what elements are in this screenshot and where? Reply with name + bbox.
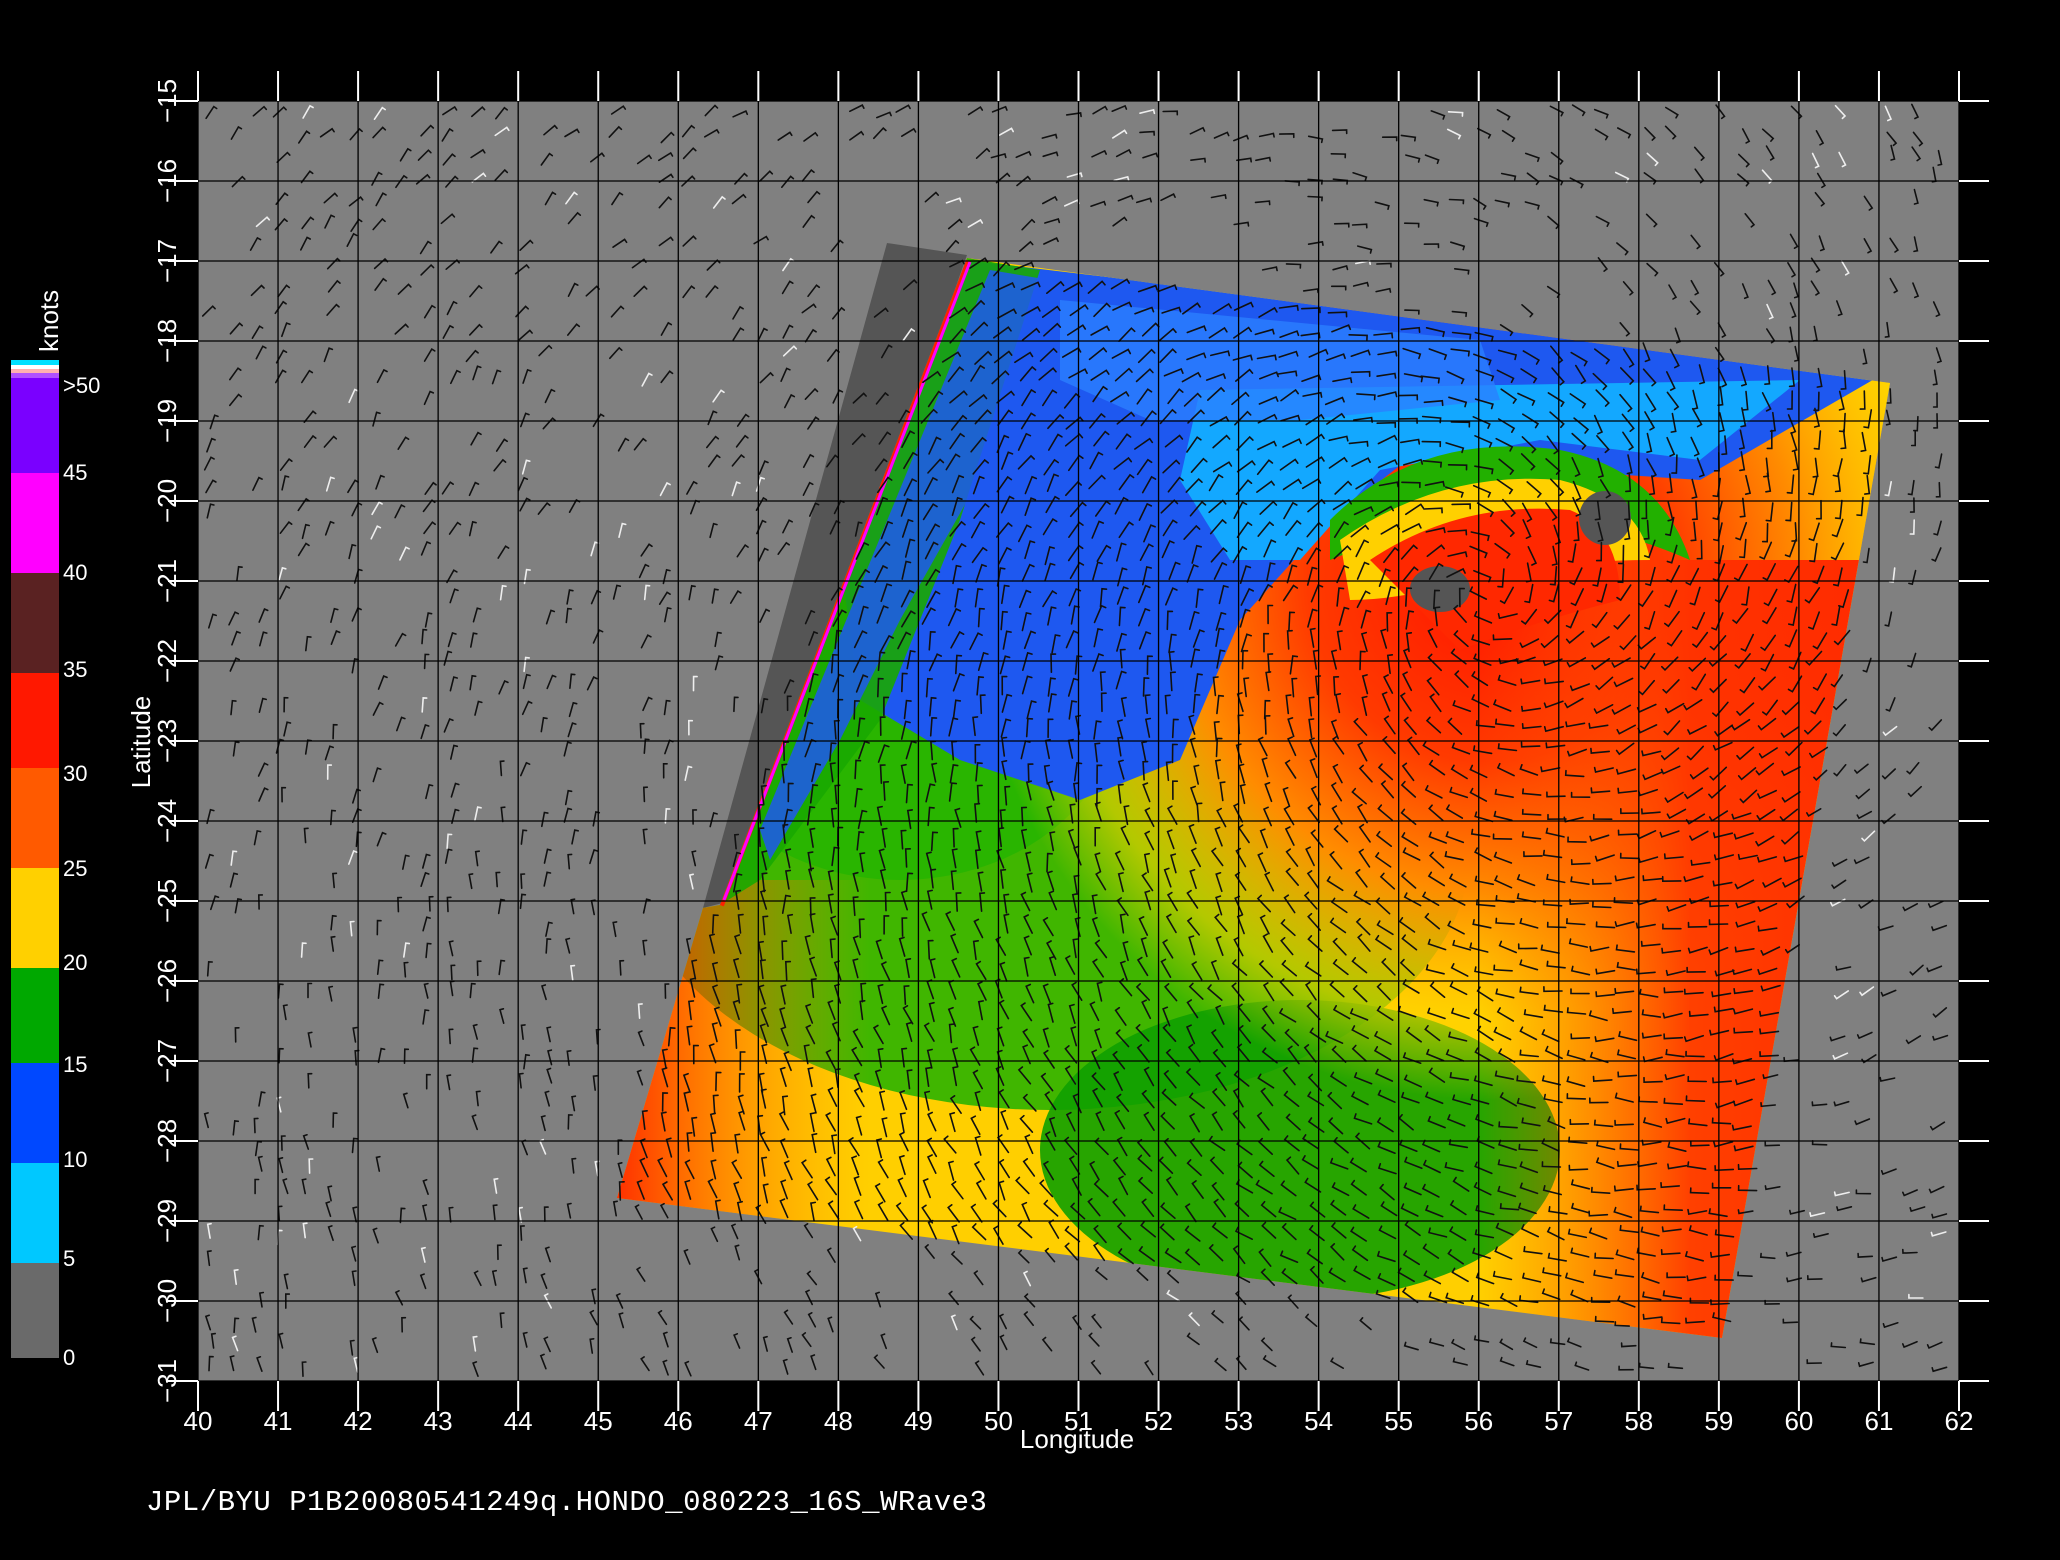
colorbar-label-15: 15 (63, 1052, 87, 1077)
x-tick-label: 46 (664, 1406, 693, 1436)
colorbar-label-40: 40 (63, 560, 87, 585)
x-tick-label: 61 (1864, 1406, 1893, 1436)
y-tick-label: −23 (152, 719, 182, 763)
colorbar-segment-15-20 (11, 968, 59, 1063)
x-tick-label: 50 (984, 1406, 1013, 1436)
y-tick-label: −21 (152, 559, 182, 603)
y-tick-label: −26 (152, 959, 182, 1003)
colorbar-label-30: 30 (63, 761, 87, 786)
colorbar: knots >50 45 40 35 30 25 20 15 10 5 0 (11, 290, 100, 1370)
colorbar-label-25: 25 (63, 856, 87, 881)
x-tick-label: 60 (1784, 1406, 1813, 1436)
x-tick-label: 58 (1624, 1406, 1653, 1436)
y-axis-title: Latitude (126, 696, 156, 789)
colorbar-label-45: 45 (63, 460, 87, 485)
colorbar-segment-10-15 (11, 1063, 59, 1163)
colorbar-over-strip-4 (11, 373, 59, 378)
colorbar-label-10: 10 (63, 1147, 87, 1172)
y-tick-label: −31 (152, 1359, 182, 1403)
y-tick-label: −25 (152, 879, 182, 923)
colorbar-segment-20-25 (11, 868, 59, 968)
x-tick-label: 43 (424, 1406, 453, 1436)
colorbar-segment-30-35 (11, 673, 59, 768)
colorbar-segment-45-50 (11, 378, 59, 473)
colorbar-segment-40-45 (11, 473, 59, 573)
x-tick-label: 49 (904, 1406, 933, 1436)
y-tick-label: −17 (152, 239, 182, 283)
colorbar-label-35: 35 (63, 657, 87, 682)
x-tick-label: 42 (344, 1406, 373, 1436)
y-tick-label: −22 (152, 639, 182, 683)
x-axis-title: Longitude (1020, 1424, 1134, 1454)
x-tick-label: 48 (824, 1406, 853, 1436)
x-tick-label: 47 (744, 1406, 773, 1436)
x-tick-label: 62 (1945, 1406, 1974, 1436)
x-tick-label: 40 (184, 1406, 213, 1436)
x-tick-label: 57 (1544, 1406, 1573, 1436)
colorbar-label-20: 20 (63, 950, 87, 975)
colorbar-segment-35-40 (11, 573, 59, 673)
y-tick-label: −24 (152, 799, 182, 843)
y-tick-label: −16 (152, 159, 182, 203)
y-tick-labels: −15 −16 −17 −18 −19 −20 −21 −22 −23 −24 −25 −26 −27 −… (152, 79, 182, 1403)
y-tick-label: −15 (152, 79, 182, 123)
x-tick-label: 55 (1384, 1406, 1413, 1436)
y-tick-label: −18 (152, 319, 182, 363)
x-tick-label: 54 (1304, 1406, 1333, 1436)
x-tick-label: 41 (264, 1406, 293, 1436)
footer-caption: JPL/BYU P1B20080541249q.HONDO_080223_16S… (146, 1486, 988, 1519)
colorbar-over-strip-2 (11, 365, 59, 369)
y-tick-label: −29 (152, 1199, 182, 1243)
x-tick-label: 44 (504, 1406, 533, 1436)
y-tick-label: −19 (152, 399, 182, 443)
y-tick-label: −30 (152, 1279, 182, 1323)
colorbar-over-strip-3 (11, 369, 59, 373)
colorbar-segment-0-5 (11, 1263, 59, 1358)
storm-eye-hole-2 (1579, 491, 1631, 545)
y-tick-label: −27 (152, 1039, 182, 1083)
colorbar-unit: knots (34, 290, 64, 352)
x-tick-label: 45 (584, 1406, 613, 1436)
colorbar-segment-25-30 (11, 768, 59, 868)
colorbar-over-strip-1 (11, 360, 59, 365)
y-tick-label: −28 (152, 1119, 182, 1163)
colorbar-label-50: >50 (63, 373, 100, 398)
y-tick-label: −20 (152, 479, 182, 523)
x-tick-label: 56 (1464, 1406, 1493, 1436)
wind-speed-map: 40 41 42 43 44 45 46 47 48 49 50 51 52 53 54 55 56 57 58 59… (11, 71, 1989, 1454)
colorbar-label-0: 0 (63, 1345, 75, 1370)
colorbar-segment-5-10 (11, 1163, 59, 1263)
x-tick-label: 52 (1144, 1406, 1173, 1436)
x-tick-label: 53 (1224, 1406, 1253, 1436)
colorbar-label-5: 5 (63, 1246, 75, 1271)
x-tick-label: 59 (1704, 1406, 1733, 1436)
